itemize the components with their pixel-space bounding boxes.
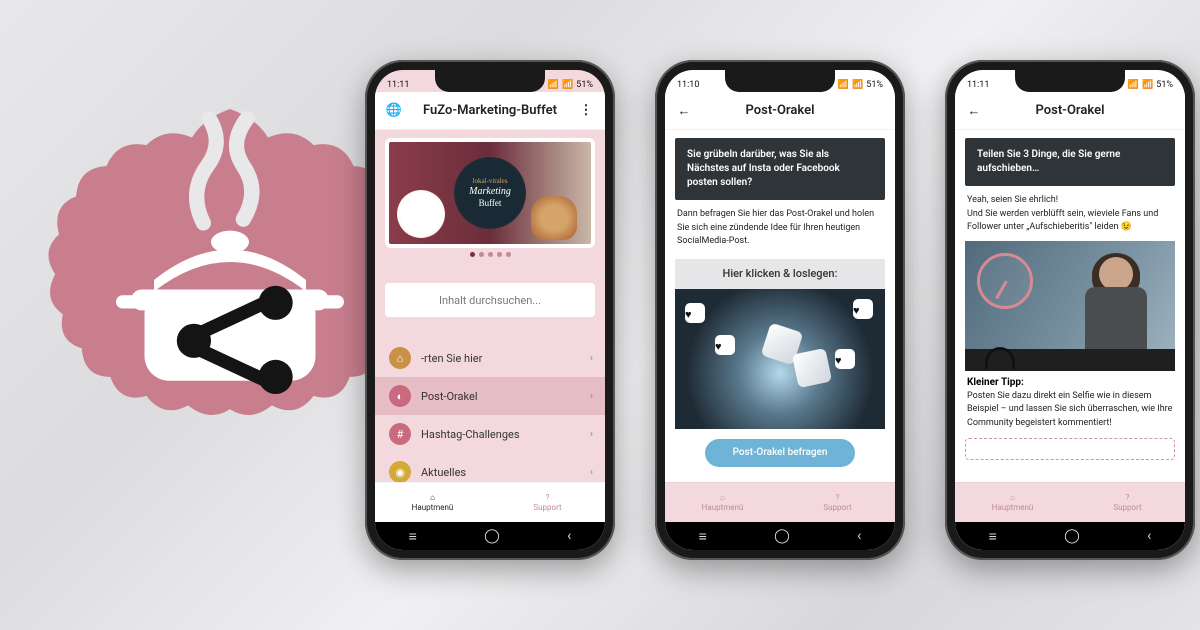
oracle-icon: ◐ xyxy=(389,385,411,407)
bottom-nav: ⌂ Hauptmenü ? Support xyxy=(955,482,1185,522)
home-icon: ⌂ xyxy=(720,493,725,502)
oracle-button[interactable]: Post-Orakel befragen xyxy=(705,439,855,467)
clock-icon xyxy=(977,253,1033,309)
body-text: Dann befragen Sie hier das Post-Orakel u… xyxy=(677,208,883,249)
status-time: 11:10 xyxy=(677,80,699,90)
phone-mockup-2: 11:10 📶📶51% ← Post-Orakel Sie grübeln da… xyxy=(655,60,905,560)
menu-item-post-orakel[interactable]: ◐ Post-Orakel › xyxy=(375,377,605,415)
back-icon[interactable]: ‹ xyxy=(857,528,861,544)
more-icon[interactable]: ⋮ xyxy=(577,103,595,118)
home-icon: ⌂ xyxy=(430,493,435,502)
recents-icon[interactable]: ≡ xyxy=(989,528,997,545)
tip-heading: Kleiner Tipp: xyxy=(967,377,1173,388)
android-nav: ≡ ◯ ‹ xyxy=(375,522,605,550)
chevron-right-icon: › xyxy=(590,391,593,402)
hashtag-icon: # xyxy=(389,423,411,445)
search-input[interactable]: Inhalt durchsuchen... xyxy=(385,283,595,317)
home-button-icon[interactable]: ◯ xyxy=(774,528,790,544)
bell-icon: ◉ xyxy=(389,461,411,482)
chevron-right-icon: › xyxy=(590,467,593,478)
menu-item-start[interactable]: ⌂ -rten Sie hier › xyxy=(375,339,605,377)
nav-home[interactable]: ⌂ Hauptmenü xyxy=(955,483,1070,522)
home-icon: ⌂ xyxy=(1010,493,1015,502)
nav-support[interactable]: ? Support xyxy=(780,483,895,522)
body-text: Yeah, seien Sie ehrlich! Und Sie werden … xyxy=(967,194,1173,235)
bottom-nav: ⌂ Hauptmenü ? Support xyxy=(375,482,605,522)
prompt-card: Teilen Sie 3 Dinge, die Sie gerne aufsch… xyxy=(965,138,1175,186)
chevron-right-icon: › xyxy=(590,353,593,364)
oracle-image[interactable] xyxy=(675,289,885,429)
menu-item-aktuelles[interactable]: ◉ Aktuelles › xyxy=(375,453,605,482)
help-icon: ? xyxy=(1126,493,1130,502)
phone-mockup-1: 11:11 📶📶51% 🌐 FuZo-Marketing-Buffet ⋮ lo… xyxy=(365,60,615,560)
back-arrow-icon[interactable]: ← xyxy=(965,103,983,119)
back-icon[interactable]: ‹ xyxy=(567,528,571,544)
phone-mockup-3: 11:11 📶📶51% ← Post-Orakel Teilen Sie 3 D… xyxy=(945,60,1195,560)
tip-text: Posten Sie dazu direkt ein Selfie wie in… xyxy=(967,390,1173,431)
nav-support[interactable]: ? Support xyxy=(1070,483,1185,522)
back-arrow-icon[interactable]: ← xyxy=(675,103,693,119)
home-icon: ⌂ xyxy=(389,347,411,369)
app-bar: ← Post-Orakel xyxy=(665,92,895,130)
cta-heading: Hier klicken & loslegen: xyxy=(675,259,885,289)
carousel-dots[interactable] xyxy=(375,252,605,257)
android-nav: ≡ ◯ ‹ xyxy=(665,522,895,550)
bottom-nav: ⌂ Hauptmenü ? Support xyxy=(665,482,895,522)
home-button-icon[interactable]: ◯ xyxy=(484,528,500,544)
globe-icon[interactable]: 🌐 xyxy=(385,103,403,118)
help-icon: ? xyxy=(836,493,840,502)
nav-home[interactable]: ⌂ Hauptmenü xyxy=(665,483,780,522)
chevron-right-icon: › xyxy=(590,429,593,440)
woman-illustration xyxy=(1071,253,1161,363)
recents-icon[interactable]: ≡ xyxy=(409,528,417,545)
nav-support[interactable]: ? Support xyxy=(490,483,605,522)
home-button-icon[interactable]: ◯ xyxy=(1064,528,1080,544)
hero-card[interactable]: lokal-virales Marketing Buffet xyxy=(385,138,595,248)
status-time: 11:11 xyxy=(387,80,409,90)
screen-title: Post-Orakel xyxy=(983,103,1157,118)
next-card[interactable] xyxy=(965,438,1175,460)
app-bar: 🌐 FuZo-Marketing-Buffet ⋮ xyxy=(375,92,605,130)
example-image xyxy=(965,241,1175,371)
status-time: 11:11 xyxy=(967,80,989,90)
app-title: FuZo-Marketing-Buffet xyxy=(403,103,577,118)
help-icon: ? xyxy=(546,493,550,502)
screen-title: Post-Orakel xyxy=(693,103,867,118)
nav-home[interactable]: ⌂ Hauptmenü xyxy=(375,483,490,522)
back-icon[interactable]: ‹ xyxy=(1147,528,1151,544)
app-badge-logo xyxy=(40,90,420,470)
menu-item-hashtag[interactable]: # Hashtag-Challenges › xyxy=(375,415,605,453)
recents-icon[interactable]: ≡ xyxy=(699,528,707,545)
headline-card: Sie grübeln darüber, was Sie als Nächste… xyxy=(675,138,885,200)
app-bar: ← Post-Orakel xyxy=(955,92,1185,130)
android-nav: ≡ ◯ ‹ xyxy=(955,522,1185,550)
